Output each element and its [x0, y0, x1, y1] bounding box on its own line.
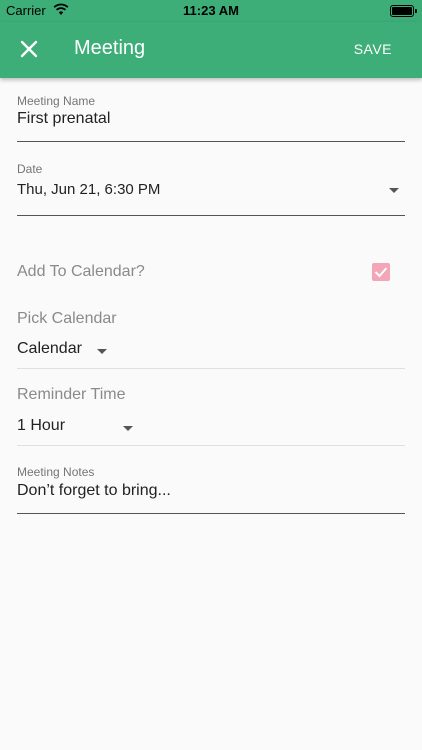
- add-to-calendar-checkbox[interactable]: [372, 263, 390, 281]
- meeting-notes-field[interactable]: Meeting Notes Don’t forget to bring...: [17, 465, 405, 514]
- meeting-notes-label: Meeting Notes: [17, 465, 95, 479]
- page-title: Meeting: [74, 37, 146, 59]
- pick-calendar-dropdown-icon: [97, 349, 107, 354]
- checkmark-icon: [374, 267, 388, 278]
- save-button[interactable]: SAVE: [354, 41, 392, 57]
- reminder-time-label: Reminder Time: [17, 386, 126, 403]
- date-dropdown-icon: [389, 188, 399, 193]
- pick-calendar-value: Calendar: [17, 340, 82, 357]
- battery-icon: [390, 5, 417, 17]
- add-to-calendar-label: Add To Calendar?: [17, 263, 145, 280]
- reminder-time-dropdown[interactable]: 1 Hour: [17, 417, 405, 446]
- meeting-notes-value: Don’t forget to bring...: [17, 482, 171, 499]
- reminder-time-dropdown-icon: [123, 426, 133, 431]
- date-label: Date: [17, 162, 43, 176]
- close-icon[interactable]: [18, 38, 40, 60]
- reminder-time-value: 1 Hour: [17, 417, 66, 434]
- meeting-name-field[interactable]: Meeting Name First prenatal: [17, 94, 405, 142]
- meeting-name-value: First prenatal: [17, 110, 111, 127]
- date-value: Thu, Jun 21, 6:30 PM: [17, 181, 161, 198]
- status-bar: Carrier 11:23 AM: [0, 0, 422, 22]
- meeting-name-label: Meeting Name: [17, 94, 96, 108]
- status-time: 11:23 AM: [183, 3, 239, 18]
- pick-calendar-label: Pick Calendar: [17, 310, 117, 327]
- pick-calendar-dropdown[interactable]: Calendar: [17, 340, 405, 369]
- app-bar: Meeting SAVE: [0, 22, 422, 78]
- date-field[interactable]: Date Thu, Jun 21, 6:30 PM: [17, 162, 405, 216]
